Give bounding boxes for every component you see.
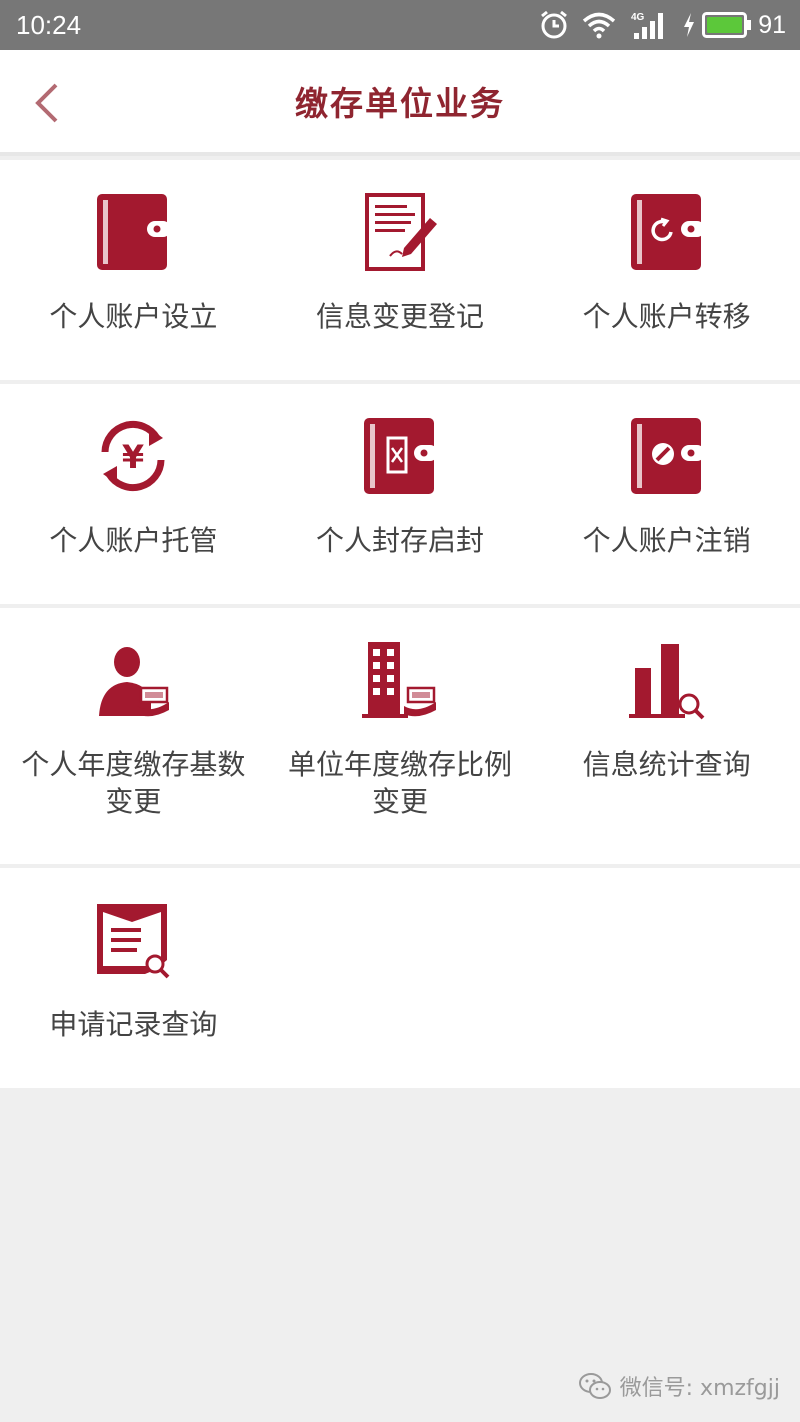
battery: 91: [682, 11, 786, 40]
battery-level: 91: [758, 10, 786, 39]
menu-item-label: 个人封存启封: [315, 524, 484, 557]
menu-item-label: 信息统计查询: [582, 748, 751, 781]
record-search-icon: [97, 904, 170, 979]
alarm-icon: [541, 10, 568, 39]
menu-item-info-change[interactable]: 信息变更登记: [267, 160, 534, 380]
watermark-text: 微信号: xmzfgjj: [619, 1376, 780, 1401]
yuan-cycle-icon: ¥: [101, 420, 165, 492]
wallet-cancel-icon: [630, 418, 705, 494]
menu-item-label: 个人账户注销: [582, 524, 751, 557]
building-money-icon: [361, 642, 436, 718]
menu-row-1: 个人账户设立 信息变更登记 个人账户转移: [0, 160, 800, 380]
menu-item-label: 申请记录查询: [49, 1008, 218, 1041]
battery-icon: [702, 12, 752, 38]
watermark: 微信号: xmzfgjj: [578, 1370, 780, 1402]
person-money-icon: [99, 647, 170, 717]
charging-icon: [684, 13, 695, 37]
network-type: 4G: [631, 12, 645, 23]
page-title: 缴存单位业务: [295, 84, 505, 123]
menu-item-unit-ratio-change[interactable]: 单位年度缴存比例变更: [267, 608, 534, 864]
document-edit-icon: [364, 193, 437, 271]
menu-item-account-setup[interactable]: 个人账户设立: [0, 160, 267, 380]
empty-cell: [533, 868, 800, 1088]
navigation-bar: 缴存单位业务: [0, 50, 800, 156]
chevron-left-icon: [35, 83, 58, 123]
menu-item-label: 个人账户设立: [49, 300, 218, 333]
menu-item-account-custody[interactable]: ¥ 个人账户托管: [0, 384, 267, 604]
menu-item-statistics-query[interactable]: 信息统计查询: [533, 608, 800, 864]
menu-item-seal-unseal[interactable]: 个人封存启封: [267, 384, 534, 604]
menu-item-application-records[interactable]: 申请记录查询: [0, 868, 267, 1088]
back-button[interactable]: [26, 78, 66, 128]
status-icons: 4G 91: [538, 9, 786, 41]
menu-item-label: 个人年度缴存基数变更: [21, 748, 246, 818]
wifi-icon: [583, 12, 616, 39]
menu-item-label: 信息变更登记: [315, 300, 484, 333]
status-time: 10:24: [16, 9, 82, 40]
wallet-icon: [97, 194, 172, 270]
wechat-icon: [578, 1373, 611, 1399]
menu-row-2: ¥ 个人账户托管 个人封存启封 个人账户注销: [0, 384, 800, 604]
menu-item-label: 个人账户转移: [582, 300, 751, 333]
empty-cell: [267, 868, 534, 1088]
status-bar: 10:24 4G 91: [0, 0, 800, 50]
menu-item-label: 单位年度缴存比例变更: [287, 748, 512, 818]
wallet-seal-icon: [363, 418, 438, 494]
bar-chart-search-icon: [628, 644, 705, 720]
menu-item-label: 个人账户托管: [49, 524, 218, 557]
menu-row-3: 个人年度缴存基数变更 单位年度缴存比例变更 信息统计查询: [0, 608, 800, 864]
svg-text:¥: ¥: [122, 438, 144, 476]
menu-item-personal-base-change[interactable]: 个人年度缴存基数变更: [0, 608, 267, 864]
menu-row-4: 申请记录查询: [0, 868, 800, 1088]
signal-icon: 4G: [631, 12, 664, 39]
wallet-transfer-icon: [630, 194, 705, 270]
menu-item-account-cancel[interactable]: 个人账户注销: [533, 384, 800, 604]
menu-item-account-transfer[interactable]: 个人账户转移: [533, 160, 800, 380]
